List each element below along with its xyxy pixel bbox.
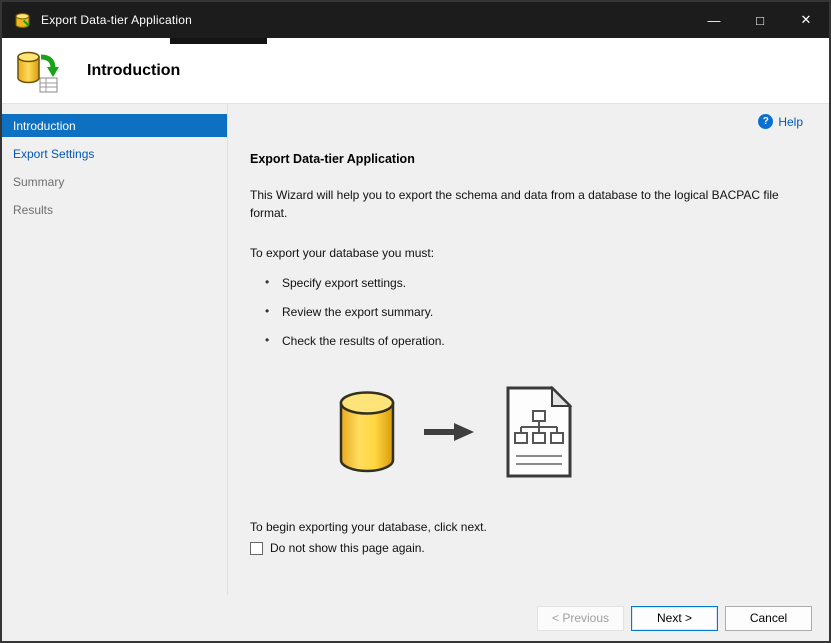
content-heading: Export Data-tier Application	[250, 152, 415, 166]
sidebar-item-introduction[interactable]: Introduction	[2, 114, 227, 137]
bacpac-file-icon	[502, 384, 576, 485]
wizard-step-nav: Introduction Export Settings Summary Res…	[2, 104, 228, 595]
titlebar-shadow-artifact	[170, 38, 267, 44]
wizard-footer: < Previous Next > Cancel	[2, 595, 829, 641]
sidebar-item-export-settings[interactable]: Export Settings	[2, 142, 227, 165]
export-illustration	[338, 382, 803, 486]
intro-paragraph: This Wizard will help you to export the …	[250, 188, 779, 220]
app-database-icon	[14, 12, 31, 29]
dont-show-label: Do not show this page again.	[270, 541, 425, 555]
window-title: Export Data-tier Application	[41, 13, 193, 27]
bullet-item: Check the results of operation.	[250, 333, 803, 348]
sidebar-item-label: Summary	[13, 174, 65, 189]
sidebar-item-summary: Summary	[2, 170, 227, 193]
sidebar-item-label: Introduction	[13, 118, 76, 133]
next-button[interactable]: Next >	[631, 605, 718, 631]
begin-text: To begin exporting your database, click …	[250, 520, 487, 534]
page-title: Introduction	[87, 61, 181, 79]
dont-show-checkbox[interactable]	[250, 541, 263, 555]
requirements-list: Specify export settings. Review the expo…	[250, 275, 803, 348]
close-button[interactable]: ✕	[783, 2, 829, 38]
dont-show-row: Do not show this page again.	[250, 541, 803, 555]
bullet-item: Specify export settings.	[250, 275, 803, 290]
main-area: Introduction Export Settings Summary Res…	[2, 104, 829, 595]
titlebar: Export Data-tier Application — □ ✕	[2, 2, 829, 38]
wizard-header: Introduction	[2, 38, 829, 104]
sidebar-item-label: Results	[13, 202, 54, 217]
bullet-item: Review the export summary.	[250, 304, 803, 319]
sidebar-item-label: Export Settings	[13, 146, 95, 161]
minimize-button[interactable]: —	[691, 2, 737, 38]
export-data-tier-wizard-window: Export Data-tier Application — □ ✕ Intro…	[0, 0, 831, 643]
previous-button[interactable]: < Previous	[537, 605, 624, 631]
content-pane: ? Help Export Data-tier Application This…	[228, 104, 829, 595]
data-tier-export-icon	[15, 48, 61, 94]
window-controls: — □ ✕	[691, 2, 829, 38]
arrow-right-icon	[424, 421, 474, 448]
maximize-button[interactable]: □	[737, 2, 783, 38]
help-label: Help	[778, 114, 803, 129]
cancel-button[interactable]: Cancel	[725, 605, 812, 631]
requirements-text: To export your database you must:	[250, 246, 435, 260]
help-link[interactable]: ? Help	[758, 114, 803, 129]
sidebar-item-results: Results	[2, 198, 227, 221]
database-icon	[338, 390, 396, 479]
help-icon: ?	[758, 114, 774, 129]
